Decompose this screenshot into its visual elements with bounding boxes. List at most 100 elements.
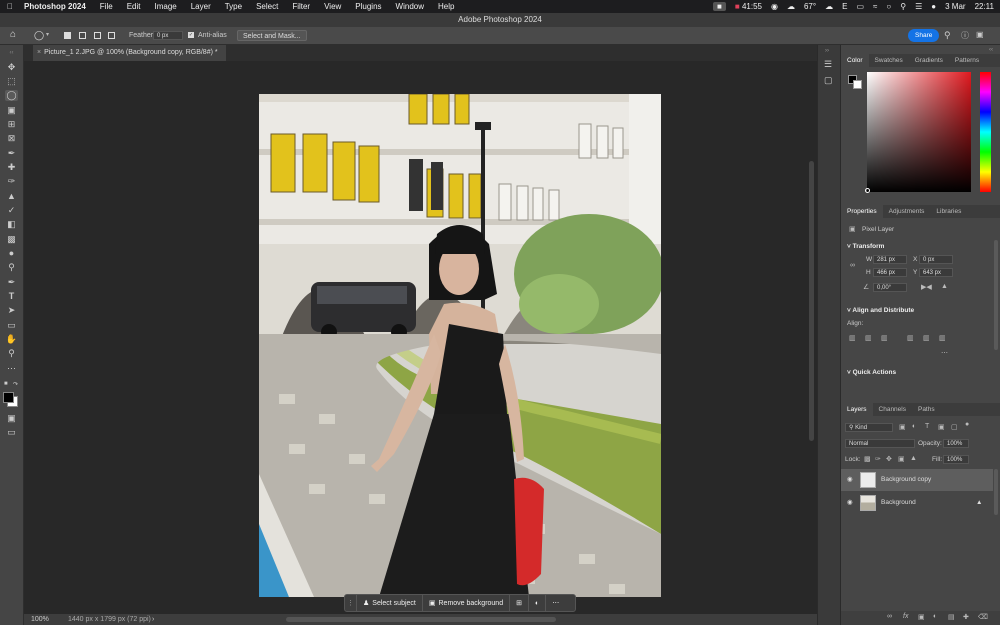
- align-center-icon[interactable]: ▥: [865, 334, 872, 342]
- lock-all-icon[interactable]: ▲: [910, 455, 917, 462]
- lock-transparent-icon[interactable]: ▩: [864, 455, 871, 463]
- canvas-scrollbar-vertical[interactable]: [809, 161, 814, 441]
- layers-scrollbar[interactable]: [994, 469, 998, 515]
- menu-date[interactable]: 3 Mar: [945, 2, 965, 11]
- help-icon[interactable]: ⓘ: [961, 30, 969, 41]
- close-icon[interactable]: ×: [37, 49, 41, 56]
- collapse-icon[interactable]: ‹‹: [5, 48, 18, 59]
- control-center-icon[interactable]: ☰: [915, 2, 922, 11]
- zoom-level[interactable]: 100%: [31, 614, 49, 625]
- tab-patterns[interactable]: Patterns: [949, 54, 985, 67]
- history-panel-icon[interactable]: ☰: [824, 59, 832, 70]
- menu-layer[interactable]: Layer: [184, 2, 218, 11]
- tab-properties[interactable]: Properties: [841, 205, 883, 218]
- fill-input[interactable]: 100%: [943, 455, 969, 464]
- menu-view[interactable]: View: [317, 2, 348, 11]
- lock-move-icon[interactable]: ✥: [886, 455, 892, 463]
- filter-pixel-icon[interactable]: ▣: [899, 423, 906, 431]
- input-source[interactable]: E: [842, 2, 847, 11]
- tab-layers[interactable]: Layers: [841, 403, 873, 416]
- opacity-input[interactable]: 100%: [943, 439, 969, 448]
- properties-scrollbar[interactable]: [994, 240, 998, 350]
- menu-filter[interactable]: Filter: [285, 2, 317, 11]
- object-selection-icon[interactable]: ▣: [5, 105, 18, 116]
- search-icon[interactable]: ⚲: [900, 2, 906, 11]
- menu-time[interactable]: 22:11: [975, 2, 994, 11]
- feather-input[interactable]: 0 px: [153, 31, 183, 40]
- visibility-icon[interactable]: ◉: [847, 469, 853, 491]
- shield-icon[interactable]: ◉: [771, 2, 778, 11]
- delete-layer-icon[interactable]: ⌫: [978, 613, 988, 621]
- comments-panel-icon[interactable]: ▢: [824, 75, 833, 86]
- menu-plugins[interactable]: Plugins: [348, 2, 388, 11]
- filter-adjustment-icon[interactable]: ◐: [912, 423, 916, 430]
- collapse-icon[interactable]: ‹‹: [989, 47, 993, 53]
- menu-image[interactable]: Image: [147, 2, 183, 11]
- filter-smart-icon[interactable]: ▢: [951, 423, 958, 431]
- intersect-selection-icon[interactable]: [108, 32, 115, 39]
- lock-brush-icon[interactable]: ✑: [875, 455, 881, 463]
- frame-tool-icon[interactable]: ⊠: [5, 133, 18, 144]
- document-tab[interactable]: × Picture_1 2.JPG @ 100% (Background copy…: [33, 45, 226, 61]
- path-selection-icon[interactable]: ➤: [5, 305, 18, 316]
- adjustment-icon[interactable]: ◐: [529, 595, 547, 611]
- color-picker-handle[interactable]: [865, 188, 870, 193]
- fx-icon[interactable]: fx: [903, 613, 908, 620]
- menu-file[interactable]: File: [93, 2, 120, 11]
- apple-icon[interactable]: : [0, 2, 20, 11]
- history-brush-icon[interactable]: ✓: [5, 205, 18, 216]
- share-button[interactable]: Share: [908, 29, 940, 42]
- width-input[interactable]: 281 px: [873, 255, 907, 264]
- drag-handle[interactable]: ⋮: [345, 595, 357, 611]
- layer-filter-kind[interactable]: ⚲ Kind: [845, 423, 893, 432]
- align-right-icon[interactable]: ▥: [881, 334, 888, 342]
- filter-type-icon[interactable]: T: [925, 423, 929, 430]
- type-tool-icon[interactable]: T: [5, 291, 18, 302]
- lasso-icon[interactable]: ◯: [34, 30, 44, 41]
- home-icon[interactable]: ⌂: [10, 29, 16, 40]
- hand-tool-icon[interactable]: ✋: [5, 334, 18, 345]
- menu-edit[interactable]: Edit: [120, 2, 148, 11]
- gradient-tool-icon[interactable]: ▩: [5, 234, 18, 245]
- chevron-right-icon[interactable]: ›: [152, 614, 154, 625]
- align-section-title[interactable]: ˅ Align and Distribute: [847, 307, 914, 314]
- link-layers-icon[interactable]: ∞: [887, 613, 892, 620]
- timer-status[interactable]: ■ 41:55: [735, 2, 762, 11]
- color-picker-field[interactable]: [867, 72, 971, 192]
- horizontal-scrollbar[interactable]: [286, 617, 556, 622]
- angle-input[interactable]: 0,00°: [873, 283, 907, 292]
- app-menu[interactable]: Photoshop 2024: [20, 2, 93, 11]
- add-selection-icon[interactable]: [79, 32, 86, 39]
- lasso-tool-icon[interactable]: ◯: [5, 90, 18, 101]
- filter-shape-icon[interactable]: ▣: [938, 423, 945, 431]
- tab-adjustments[interactable]: Adjustments: [883, 205, 931, 218]
- hue-slider[interactable]: [980, 72, 991, 192]
- chevron-down-icon[interactable]: ▾: [46, 31, 49, 38]
- blur-tool-icon[interactable]: ●: [5, 248, 18, 259]
- swap-colors-icon[interactable]: ↷: [13, 381, 18, 388]
- flip-horizontal-icon[interactable]: ▶◀: [921, 283, 932, 291]
- quick-actions-section-title[interactable]: ˅ Quick Actions: [847, 369, 896, 376]
- visibility-icon[interactable]: ◉: [847, 492, 853, 514]
- tab-gradients[interactable]: Gradients: [909, 54, 949, 67]
- flip-vertical-icon[interactable]: ▲: [941, 283, 948, 290]
- headphones-icon[interactable]: ○: [886, 2, 891, 11]
- stamp-tool-icon[interactable]: ▲: [5, 191, 18, 202]
- filter-toggle-icon[interactable]: ●: [965, 421, 969, 428]
- quick-mask-icon[interactable]: ▣: [5, 413, 18, 424]
- brush-tool-icon[interactable]: ✑: [5, 176, 18, 187]
- align-bottom-icon[interactable]: ▥: [939, 334, 946, 342]
- blend-mode-select[interactable]: Normal: [845, 439, 915, 448]
- align-middle-icon[interactable]: ▥: [923, 334, 930, 342]
- transform-icon[interactable]: ⊞: [510, 595, 529, 611]
- tab-color[interactable]: Color: [841, 54, 869, 67]
- eraser-icon[interactable]: ◧: [5, 219, 18, 230]
- marquee-tool-icon[interactable]: ⬚: [5, 76, 18, 87]
- video-icon[interactable]: ■: [713, 2, 726, 11]
- foreground-color-swatch[interactable]: [3, 392, 14, 403]
- height-input[interactable]: 466 px: [873, 268, 907, 277]
- crop-tool-icon[interactable]: ⊞: [5, 119, 18, 130]
- healing-brush-icon[interactable]: ✚: [5, 162, 18, 173]
- lock-artboard-icon[interactable]: ▣: [898, 455, 905, 463]
- tab-paths[interactable]: Paths: [912, 403, 941, 416]
